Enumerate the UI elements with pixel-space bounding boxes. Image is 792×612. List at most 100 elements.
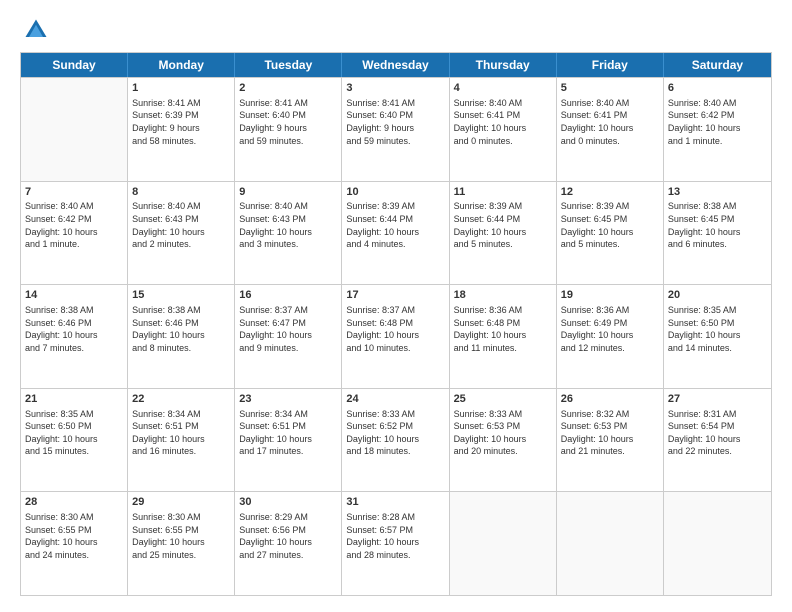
calendar-header-cell: Thursday bbox=[450, 53, 557, 77]
cell-text: Sunrise: 8:37 AM Sunset: 6:48 PM Dayligh… bbox=[346, 304, 444, 354]
day-number: 6 bbox=[668, 81, 767, 96]
calendar-cell: 10Sunrise: 8:39 AM Sunset: 6:44 PM Dayli… bbox=[342, 182, 449, 285]
calendar-cell: 9Sunrise: 8:40 AM Sunset: 6:43 PM Daylig… bbox=[235, 182, 342, 285]
calendar-header: SundayMondayTuesdayWednesdayThursdayFrid… bbox=[21, 53, 771, 77]
calendar-cell: 3Sunrise: 8:41 AM Sunset: 6:40 PM Daylig… bbox=[342, 78, 449, 181]
day-number: 16 bbox=[239, 288, 337, 303]
day-number: 7 bbox=[25, 185, 123, 200]
cell-text: Sunrise: 8:30 AM Sunset: 6:55 PM Dayligh… bbox=[25, 511, 123, 561]
calendar-cell: 1Sunrise: 8:41 AM Sunset: 6:39 PM Daylig… bbox=[128, 78, 235, 181]
cell-text: Sunrise: 8:30 AM Sunset: 6:55 PM Dayligh… bbox=[132, 511, 230, 561]
cell-text: Sunrise: 8:36 AM Sunset: 6:48 PM Dayligh… bbox=[454, 304, 552, 354]
calendar-cell: 18Sunrise: 8:36 AM Sunset: 6:48 PM Dayli… bbox=[450, 285, 557, 388]
day-number: 30 bbox=[239, 495, 337, 510]
calendar-cell bbox=[21, 78, 128, 181]
cell-text: Sunrise: 8:38 AM Sunset: 6:46 PM Dayligh… bbox=[132, 304, 230, 354]
day-number: 31 bbox=[346, 495, 444, 510]
calendar-cell: 15Sunrise: 8:38 AM Sunset: 6:46 PM Dayli… bbox=[128, 285, 235, 388]
day-number: 22 bbox=[132, 392, 230, 407]
calendar-header-cell: Wednesday bbox=[342, 53, 449, 77]
day-number: 1 bbox=[132, 81, 230, 96]
day-number: 8 bbox=[132, 185, 230, 200]
calendar-cell: 24Sunrise: 8:33 AM Sunset: 6:52 PM Dayli… bbox=[342, 389, 449, 492]
cell-text: Sunrise: 8:31 AM Sunset: 6:54 PM Dayligh… bbox=[668, 408, 767, 458]
calendar-cell bbox=[557, 492, 664, 595]
day-number: 19 bbox=[561, 288, 659, 303]
calendar-cell: 27Sunrise: 8:31 AM Sunset: 6:54 PM Dayli… bbox=[664, 389, 771, 492]
cell-text: Sunrise: 8:35 AM Sunset: 6:50 PM Dayligh… bbox=[668, 304, 767, 354]
day-number: 9 bbox=[239, 185, 337, 200]
logo bbox=[20, 16, 54, 44]
day-number: 26 bbox=[561, 392, 659, 407]
calendar-row: 1Sunrise: 8:41 AM Sunset: 6:39 PM Daylig… bbox=[21, 77, 771, 181]
calendar-cell bbox=[664, 492, 771, 595]
day-number: 12 bbox=[561, 185, 659, 200]
cell-text: Sunrise: 8:34 AM Sunset: 6:51 PM Dayligh… bbox=[239, 408, 337, 458]
day-number: 2 bbox=[239, 81, 337, 96]
calendar-row: 14Sunrise: 8:38 AM Sunset: 6:46 PM Dayli… bbox=[21, 284, 771, 388]
calendar-cell: 4Sunrise: 8:40 AM Sunset: 6:41 PM Daylig… bbox=[450, 78, 557, 181]
cell-text: Sunrise: 8:39 AM Sunset: 6:44 PM Dayligh… bbox=[454, 200, 552, 250]
day-number: 5 bbox=[561, 81, 659, 96]
day-number: 27 bbox=[668, 392, 767, 407]
cell-text: Sunrise: 8:38 AM Sunset: 6:46 PM Dayligh… bbox=[25, 304, 123, 354]
calendar-cell: 23Sunrise: 8:34 AM Sunset: 6:51 PM Dayli… bbox=[235, 389, 342, 492]
day-number: 17 bbox=[346, 288, 444, 303]
calendar-cell: 5Sunrise: 8:40 AM Sunset: 6:41 PM Daylig… bbox=[557, 78, 664, 181]
calendar-cell: 16Sunrise: 8:37 AM Sunset: 6:47 PM Dayli… bbox=[235, 285, 342, 388]
cell-text: Sunrise: 8:28 AM Sunset: 6:57 PM Dayligh… bbox=[346, 511, 444, 561]
calendar-cell: 25Sunrise: 8:33 AM Sunset: 6:53 PM Dayli… bbox=[450, 389, 557, 492]
cell-text: Sunrise: 8:39 AM Sunset: 6:45 PM Dayligh… bbox=[561, 200, 659, 250]
cell-text: Sunrise: 8:33 AM Sunset: 6:52 PM Dayligh… bbox=[346, 408, 444, 458]
calendar-cell: 13Sunrise: 8:38 AM Sunset: 6:45 PM Dayli… bbox=[664, 182, 771, 285]
day-number: 21 bbox=[25, 392, 123, 407]
calendar-body: 1Sunrise: 8:41 AM Sunset: 6:39 PM Daylig… bbox=[21, 77, 771, 595]
header bbox=[20, 16, 772, 44]
cell-text: Sunrise: 8:40 AM Sunset: 6:41 PM Dayligh… bbox=[561, 97, 659, 147]
calendar-cell: 14Sunrise: 8:38 AM Sunset: 6:46 PM Dayli… bbox=[21, 285, 128, 388]
cell-text: Sunrise: 8:35 AM Sunset: 6:50 PM Dayligh… bbox=[25, 408, 123, 458]
calendar: SundayMondayTuesdayWednesdayThursdayFrid… bbox=[20, 52, 772, 596]
calendar-cell: 26Sunrise: 8:32 AM Sunset: 6:53 PM Dayli… bbox=[557, 389, 664, 492]
cell-text: Sunrise: 8:34 AM Sunset: 6:51 PM Dayligh… bbox=[132, 408, 230, 458]
day-number: 10 bbox=[346, 185, 444, 200]
calendar-cell: 19Sunrise: 8:36 AM Sunset: 6:49 PM Dayli… bbox=[557, 285, 664, 388]
day-number: 3 bbox=[346, 81, 444, 96]
calendar-header-cell: Tuesday bbox=[235, 53, 342, 77]
calendar-header-cell: Monday bbox=[128, 53, 235, 77]
cell-text: Sunrise: 8:40 AM Sunset: 6:42 PM Dayligh… bbox=[25, 200, 123, 250]
calendar-cell: 12Sunrise: 8:39 AM Sunset: 6:45 PM Dayli… bbox=[557, 182, 664, 285]
cell-text: Sunrise: 8:41 AM Sunset: 6:40 PM Dayligh… bbox=[346, 97, 444, 147]
day-number: 23 bbox=[239, 392, 337, 407]
calendar-cell: 22Sunrise: 8:34 AM Sunset: 6:51 PM Dayli… bbox=[128, 389, 235, 492]
calendar-header-cell: Sunday bbox=[21, 53, 128, 77]
calendar-cell: 30Sunrise: 8:29 AM Sunset: 6:56 PM Dayli… bbox=[235, 492, 342, 595]
day-number: 11 bbox=[454, 185, 552, 200]
calendar-cell: 28Sunrise: 8:30 AM Sunset: 6:55 PM Dayli… bbox=[21, 492, 128, 595]
calendar-cell: 29Sunrise: 8:30 AM Sunset: 6:55 PM Dayli… bbox=[128, 492, 235, 595]
calendar-header-cell: Saturday bbox=[664, 53, 771, 77]
cell-text: Sunrise: 8:32 AM Sunset: 6:53 PM Dayligh… bbox=[561, 408, 659, 458]
cell-text: Sunrise: 8:40 AM Sunset: 6:41 PM Dayligh… bbox=[454, 97, 552, 147]
calendar-row: 7Sunrise: 8:40 AM Sunset: 6:42 PM Daylig… bbox=[21, 181, 771, 285]
calendar-cell: 21Sunrise: 8:35 AM Sunset: 6:50 PM Dayli… bbox=[21, 389, 128, 492]
calendar-header-cell: Friday bbox=[557, 53, 664, 77]
cell-text: Sunrise: 8:41 AM Sunset: 6:39 PM Dayligh… bbox=[132, 97, 230, 147]
day-number: 15 bbox=[132, 288, 230, 303]
day-number: 20 bbox=[668, 288, 767, 303]
day-number: 29 bbox=[132, 495, 230, 510]
day-number: 25 bbox=[454, 392, 552, 407]
cell-text: Sunrise: 8:41 AM Sunset: 6:40 PM Dayligh… bbox=[239, 97, 337, 147]
calendar-cell bbox=[450, 492, 557, 595]
day-number: 14 bbox=[25, 288, 123, 303]
calendar-cell: 2Sunrise: 8:41 AM Sunset: 6:40 PM Daylig… bbox=[235, 78, 342, 181]
cell-text: Sunrise: 8:37 AM Sunset: 6:47 PM Dayligh… bbox=[239, 304, 337, 354]
day-number: 18 bbox=[454, 288, 552, 303]
cell-text: Sunrise: 8:40 AM Sunset: 6:42 PM Dayligh… bbox=[668, 97, 767, 147]
day-number: 24 bbox=[346, 392, 444, 407]
cell-text: Sunrise: 8:38 AM Sunset: 6:45 PM Dayligh… bbox=[668, 200, 767, 250]
day-number: 13 bbox=[668, 185, 767, 200]
day-number: 4 bbox=[454, 81, 552, 96]
calendar-cell: 7Sunrise: 8:40 AM Sunset: 6:42 PM Daylig… bbox=[21, 182, 128, 285]
logo-icon bbox=[22, 16, 50, 44]
